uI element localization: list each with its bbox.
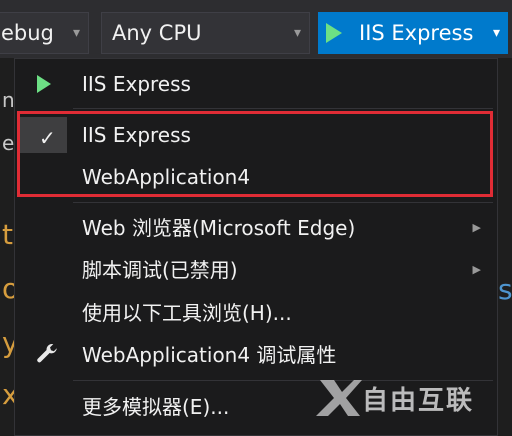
solution-config-value: ebug (1, 21, 54, 45)
menu-item-web-browser[interactable]: Web 浏览器(Microsoft Edge) ▶ (15, 207, 497, 249)
chevron-down-icon: ▾ (293, 25, 301, 41)
chevron-down-icon: ▾ (72, 25, 80, 41)
run-button[interactable]: IIS Express ▾ (318, 12, 508, 54)
platform-value: Any CPU (112, 21, 202, 45)
wrench-icon (37, 344, 58, 363)
background-text: n (2, 88, 15, 112)
menu-item-iis-express-run[interactable]: IIS Express (15, 63, 497, 105)
platform-combo[interactable]: Any CPU ▾ (101, 12, 310, 54)
background-text: s (498, 273, 512, 306)
menu-item-browse-with[interactable]: 使用以下工具浏览(H)... (15, 292, 497, 334)
play-icon (326, 23, 342, 43)
background-text: e (2, 131, 15, 155)
toolbar: ebug ▾ Any CPU ▾ IIS Express ▾ (0, 0, 512, 58)
run-button-label: IIS Express (359, 21, 474, 45)
menu-item-label: IIS Express (82, 72, 191, 96)
chevron-right-icon: ▶ (472, 221, 481, 234)
menu-item-script-debugging[interactable]: 脚本调试(已禁用) ▶ (15, 249, 497, 291)
menu-item-label: 更多模拟器(E)... (82, 395, 230, 419)
background-text: t (2, 218, 13, 251)
watermark: 自由互联 (314, 376, 504, 418)
editor-background-left: n e t o y x (0, 58, 19, 436)
play-icon (37, 75, 51, 93)
menu-item-label: 脚本调试(已禁用) (82, 258, 238, 282)
highlight-box (17, 111, 493, 197)
menu-separator (73, 202, 493, 203)
chevron-down-icon[interactable]: ▾ (493, 12, 500, 54)
menu-item-debug-properties[interactable]: WebApplication4 调试属性 (15, 334, 497, 376)
menu-item-label: WebApplication4 调试属性 (82, 343, 337, 367)
watermark-text: 自由互联 (362, 386, 475, 416)
menu-item-label: Web 浏览器(Microsoft Edge) (82, 216, 356, 240)
watermark-logo-icon (316, 380, 362, 416)
solution-config-combo[interactable]: ebug ▾ (0, 12, 89, 54)
menu-item-label: 使用以下工具浏览(H)... (82, 301, 292, 325)
menu-separator (73, 108, 493, 109)
chevron-right-icon: ▶ (472, 263, 481, 276)
